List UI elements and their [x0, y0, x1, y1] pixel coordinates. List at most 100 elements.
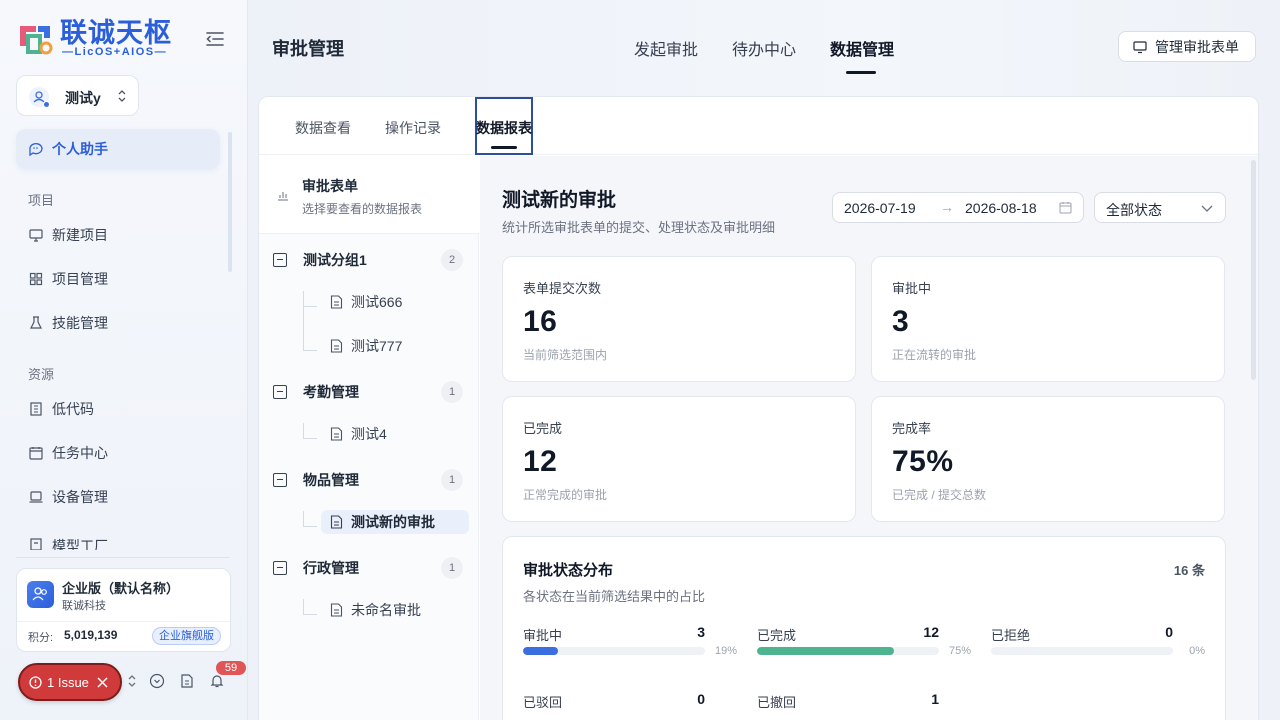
tree-connector — [303, 614, 317, 615]
status-filter-select[interactable]: 全部状态 — [1094, 192, 1226, 223]
sidebar-item-new-project[interactable]: 新建项目 — [16, 215, 220, 255]
date-range-picker[interactable]: 2026-07-19 → 2026-08-18 — [832, 192, 1084, 223]
stat-value: 3 — [892, 305, 910, 338]
building-icon — [30, 402, 42, 416]
status-distribution-card: 审批状态分布 16 条 各状态在当前筛选结果中的占比 审批中 3 19% 已完成… — [502, 536, 1226, 720]
progress-fill — [523, 647, 558, 655]
stat-note: 已完成 / 提交总数 — [892, 488, 987, 502]
collapse-toggle-icon[interactable] — [273, 473, 287, 487]
tree-leaf-selected[interactable]: 测试新的审批 — [321, 510, 469, 534]
collapse-toggle-icon[interactable] — [273, 385, 287, 399]
collapse-toggle-icon[interactable] — [273, 253, 287, 267]
subtab-operation-log[interactable]: 操作记录 — [385, 118, 441, 138]
group-name: 考勤管理 — [303, 384, 359, 400]
status-percent: 75% — [948, 645, 971, 657]
group-count-badge: 1 — [441, 469, 463, 491]
sidebar-item-label: 模型工厂 — [52, 538, 108, 550]
tree-group[interactable]: 物品管理 1 — [273, 467, 463, 493]
chevron-circle-icon[interactable] — [149, 673, 165, 689]
tab-start-approval[interactable]: 发起审批 — [634, 36, 698, 60]
flask-icon — [30, 316, 42, 329]
sidebar-item-assistant[interactable]: 个人助手 — [16, 129, 220, 169]
section-project: 项目 — [28, 193, 55, 208]
sidebar-item-skill-management[interactable]: 技能管理 — [16, 303, 220, 343]
tree-title: 审批表单 — [302, 178, 358, 194]
tree-group[interactable]: 行政管理 1 — [273, 555, 463, 581]
manage-forms-button[interactable]: 管理审批表单 — [1118, 31, 1256, 62]
stat-value: 75% — [892, 445, 954, 478]
tree-connector — [303, 526, 317, 527]
bell-icon[interactable] — [209, 673, 225, 689]
leaf-name: 测试777 — [351, 338, 403, 354]
document-icon[interactable] — [179, 673, 195, 689]
distribution-item: 已驳回 0 — [523, 691, 737, 720]
stat-card-completed: 已完成 12 正常完成的审批 — [502, 396, 856, 522]
organization-card[interactable]: 企业版（默认名称） 联诚科技 积分: 5,019,139 企业旗舰版 — [16, 568, 231, 652]
file-icon — [330, 339, 343, 353]
tree-group[interactable]: 测试分组1 2 — [273, 247, 463, 273]
date-arrow: → — [940, 199, 954, 215]
online-dot — [43, 101, 50, 108]
org-divider — [17, 621, 230, 622]
distribution-item: 审批中 3 19% — [523, 624, 737, 665]
tree-group[interactable]: 考勤管理 1 — [273, 379, 463, 405]
tree-leaf[interactable]: 测试777 — [321, 334, 469, 358]
brand-logo[interactable]: 联诚天枢 —LicOS+AIOS— — [16, 18, 176, 60]
top-bar: 审批管理 发起审批 待办中心 数据管理 管理审批表单 — [248, 0, 1280, 96]
issue-button[interactable]: 1 Issue — [18, 663, 122, 701]
status-filter-value: 全部状态 — [1106, 202, 1162, 218]
calendar-icon — [29, 447, 43, 460]
subtab-data-report[interactable]: 数据报表 — [476, 118, 532, 138]
sub-tab-bar: 数据查看 操作记录 数据报表 — [259, 97, 1258, 155]
tree-leaf[interactable]: 测试666 — [321, 290, 469, 314]
group-count-badge: 2 — [441, 249, 463, 271]
manage-forms-label: 管理审批表单 — [1155, 38, 1239, 55]
collapse-sidebar-icon[interactable] — [204, 28, 226, 50]
report-subtitle: 统计所选审批表单的提交、处理状态及审批明细 — [502, 220, 776, 235]
group-count-badge: 1 — [441, 381, 463, 403]
plan-badge: 企业旗舰版 — [152, 627, 221, 645]
stat-note: 正常完成的审批 — [523, 488, 608, 502]
stat-label: 已完成 — [523, 421, 563, 436]
content-scrollbar[interactable] — [1251, 160, 1256, 380]
sidebar-item-label: 新建项目 — [52, 227, 108, 243]
status-name: 已驳回 — [523, 695, 563, 710]
tab-todo-center[interactable]: 待办中心 — [732, 36, 796, 60]
stat-card-in-progress: 审批中 3 正在流转的审批 — [871, 256, 1225, 382]
sidebar-item-project-management[interactable]: 项目管理 — [16, 259, 220, 299]
close-icon[interactable] — [97, 677, 108, 688]
sidebar-scrollbar[interactable] — [228, 132, 232, 272]
stat-label: 表单提交次数 — [523, 281, 602, 296]
sidebar-item-label: 技能管理 — [52, 315, 108, 331]
report-title: 测试新的审批 — [502, 190, 617, 211]
sidebar-item-low-code[interactable]: 低代码 — [16, 389, 220, 429]
subtab-data-view[interactable]: 数据查看 — [295, 118, 351, 138]
sidebar-item-task-center[interactable]: 任务中心 — [16, 433, 220, 473]
distribution-total: 16 条 — [1173, 563, 1205, 578]
collapse-toggle-icon[interactable] — [273, 561, 287, 575]
org-avatar — [27, 581, 54, 608]
tree-leaf[interactable]: 未命名审批 — [321, 598, 469, 622]
status-count: 0 — [697, 691, 705, 707]
chat-icon — [29, 143, 43, 157]
stat-card-submissions: 表单提交次数 16 当前筛选范围内 — [502, 256, 856, 382]
sidebar: 联诚天枢 —LicOS+AIOS— 测试y 个人助手 项目 新建项目 项目管理 — [0, 0, 248, 720]
tab-data-management[interactable]: 数据管理 — [830, 36, 894, 60]
date-end[interactable]: 2026-08-18 — [965, 200, 1037, 216]
user-switcher[interactable]: 测试y — [16, 75, 139, 116]
sidebar-item-label: 设备管理 — [52, 489, 108, 505]
tree-leaf[interactable]: 测试4 — [321, 422, 469, 446]
expand-collapse-icon[interactable] — [124, 673, 140, 689]
points-label: 积分: — [28, 632, 54, 644]
sidebar-item-model-factory[interactable]: 模型工厂 — [16, 520, 220, 550]
date-start[interactable]: 2026-07-19 — [844, 200, 916, 216]
sidebar-item-label: 低代码 — [52, 401, 94, 417]
file-icon — [330, 515, 343, 529]
laptop-icon — [29, 491, 43, 503]
stat-card-completion-rate: 完成率 75% 已完成 / 提交总数 — [871, 396, 1225, 522]
sort-caret-icon — [118, 90, 126, 102]
tree-connector — [303, 350, 317, 351]
stat-note: 正在流转的审批 — [892, 348, 977, 362]
sidebar-item-device-management[interactable]: 设备管理 — [16, 477, 220, 517]
file-icon — [330, 427, 343, 441]
